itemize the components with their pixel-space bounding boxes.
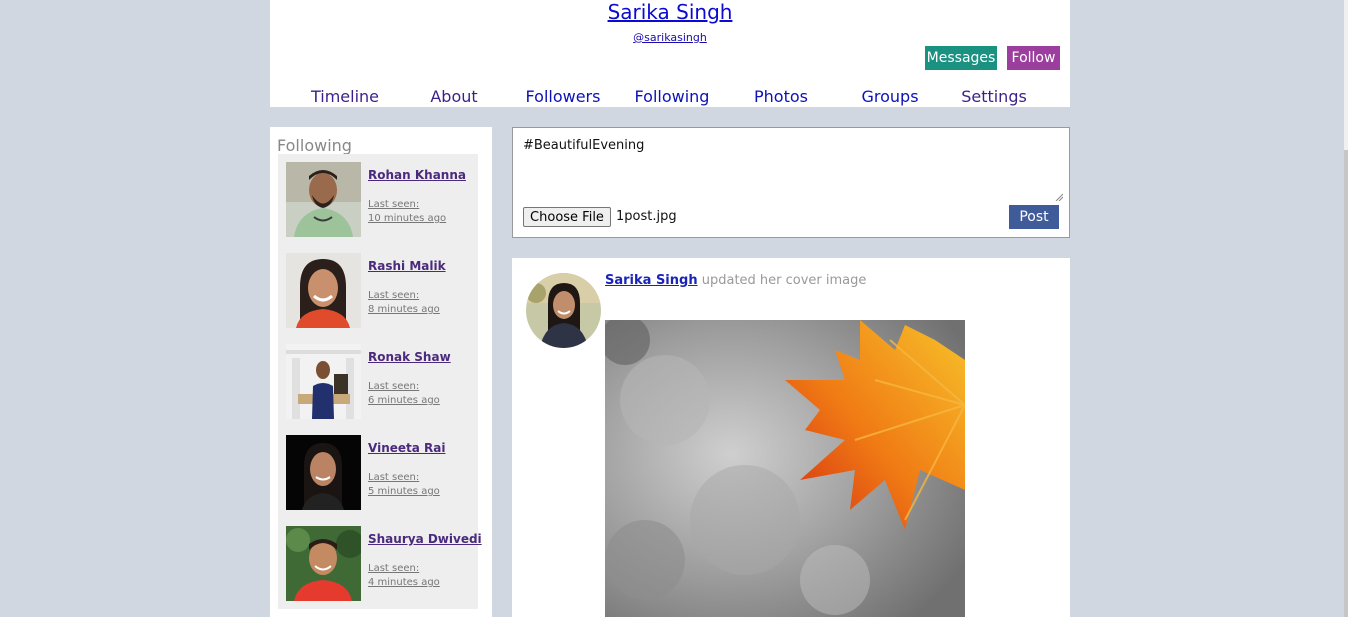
last-seen-text[interactable]: Last seen: 8 minutes ago [368, 289, 440, 317]
resize-grip-icon[interactable] [1055, 193, 1063, 201]
profile-handle-link[interactable]: @sarikasingh [270, 31, 1070, 44]
following-name-link[interactable]: Vineeta Rai [368, 441, 445, 455]
post-author-link[interactable]: Sarika Singh [605, 273, 698, 288]
tab-settings[interactable]: Settings [961, 87, 1027, 106]
last-seen-value: 10 minutes ago [368, 213, 447, 224]
list-item: Vineeta Rai Last seen: 5 minutes ago [286, 435, 476, 510]
tab-followers[interactable]: Followers [526, 87, 601, 106]
post-header: Sarika Singh updated her cover image [605, 273, 866, 288]
list-item: Rashi Malik Last seen: 8 minutes ago [286, 253, 476, 328]
following-list: Rohan Khanna Last seen: 10 minutes ago Ra… [278, 154, 482, 609]
last-seen-value: 6 minutes ago [368, 395, 440, 406]
tab-following[interactable]: Following [635, 87, 710, 106]
last-seen-text[interactable]: Last seen: 6 minutes ago [368, 380, 440, 408]
last-seen-label: Last seen: [368, 381, 420, 392]
sidebar-title: Following [277, 136, 352, 155]
avatar[interactable] [286, 162, 361, 237]
tab-photos[interactable]: Photos [754, 87, 808, 106]
page-scrollbar-thumb[interactable] [1344, 150, 1348, 617]
profile-header: Sarika Singh @sarikasingh Messages Follo… [270, 0, 1070, 107]
last-seen-label: Last seen: [368, 563, 420, 574]
follow-button[interactable]: Follow [1007, 46, 1060, 70]
profile-name-link[interactable]: Sarika Singh [270, 0, 1070, 24]
last-seen-value: 5 minutes ago [368, 486, 440, 497]
last-seen-label: Last seen: [368, 472, 420, 483]
list-item: Rohan Khanna Last seen: 10 minutes ago [286, 162, 476, 237]
avatar[interactable] [526, 273, 601, 348]
post-button[interactable]: Post [1009, 205, 1059, 229]
feed-post: Sarika Singh updated her cover image [512, 258, 1070, 617]
post-textarea[interactable]: #BeautifulEvening [523, 138, 1063, 200]
post-composer: #BeautifulEvening Choose File 1post.jpg … [512, 127, 1070, 238]
avatar[interactable] [286, 253, 361, 328]
following-name-link[interactable]: Rohan Khanna [368, 168, 466, 182]
messages-button[interactable]: Messages [925, 46, 997, 70]
last-seen-text[interactable]: Last seen: 5 minutes ago [368, 471, 440, 499]
last-seen-label: Last seen: [368, 199, 420, 210]
following-sidebar: Following Rohan Khanna Last seen: 10 minu… [270, 127, 492, 617]
tab-groups[interactable]: Groups [861, 87, 918, 106]
last-seen-value: 4 minutes ago [368, 577, 440, 588]
tab-about[interactable]: About [430, 87, 477, 106]
post-image[interactable] [605, 320, 965, 617]
last-seen-text[interactable]: Last seen: 10 minutes ago [368, 198, 446, 226]
avatar[interactable] [286, 526, 361, 601]
tab-timeline[interactable]: Timeline [311, 87, 379, 106]
post-action-text: updated her cover image [701, 273, 867, 288]
last-seen-text[interactable]: Last seen: 4 minutes ago [368, 562, 440, 590]
selected-file-name: 1post.jpg [616, 209, 677, 224]
choose-file-button[interactable]: Choose File [523, 207, 611, 227]
last-seen-label: Last seen: [368, 290, 420, 301]
following-name-link[interactable]: Shaurya Dwivedi [368, 532, 482, 546]
following-name-link[interactable]: Ronak Shaw [368, 350, 451, 364]
list-item: Ronak Shaw Last seen: 6 minutes ago [286, 344, 476, 419]
last-seen-value: 8 minutes ago [368, 304, 440, 315]
avatar[interactable] [286, 344, 361, 419]
avatar[interactable] [286, 435, 361, 510]
following-name-link[interactable]: Rashi Malik [368, 259, 446, 273]
list-item: Shaurya Dwivedi Last seen: 4 minutes ago [286, 526, 482, 601]
